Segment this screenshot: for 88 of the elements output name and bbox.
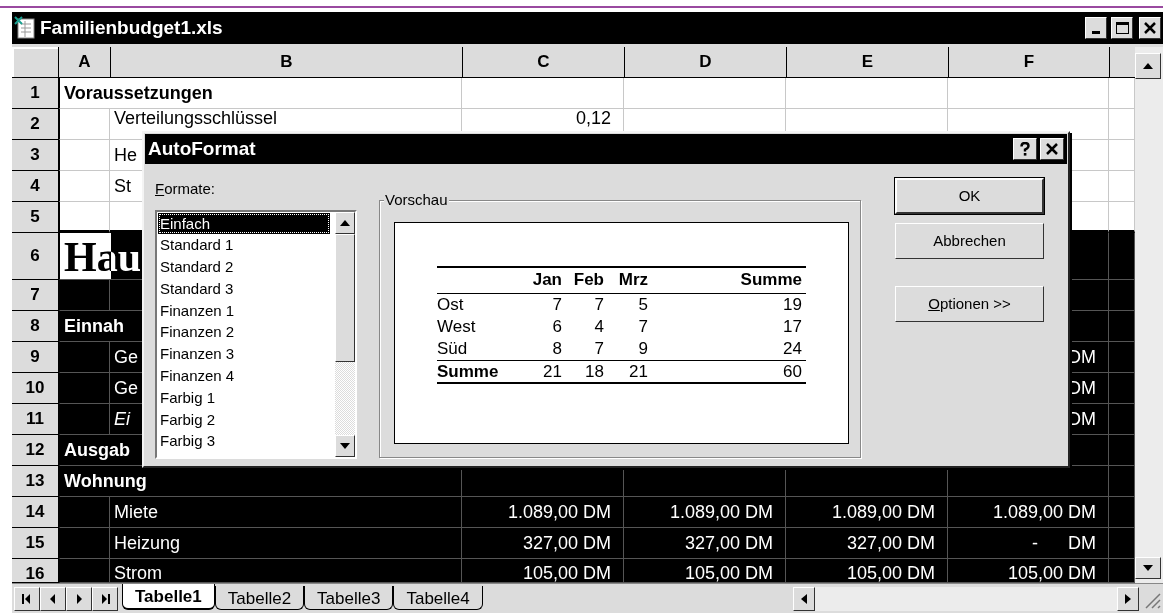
scroll-up-button[interactable] [1135,53,1161,79]
up-arrow-icon [1143,63,1153,69]
minimize-button[interactable] [1085,17,1107,39]
close-icon [1046,143,1058,155]
row-header[interactable]: 2 [12,109,59,140]
down-arrow-icon [1143,565,1153,571]
scroll-right-button[interactable] [1117,586,1139,611]
previous-sheet-icon [48,593,58,604]
preview-cell: 4 [594,317,604,336]
preview-cell: 6 [552,317,562,336]
preview-cell: 24 [783,339,802,358]
row-header[interactable]: 12 [12,435,59,466]
help-icon [1020,142,1030,156]
horizontal-scrollbar[interactable] [793,586,1139,611]
row-header[interactable]: 7 [12,280,59,311]
down-arrow-icon [340,442,350,449]
up-arrow-icon [340,219,350,226]
window-title: Familienbudget1.xls [40,15,224,40]
scroll-left-button[interactable] [793,586,815,611]
row-header[interactable]: 5 [12,202,59,233]
first-sheet-button[interactable] [14,586,40,611]
row-header[interactable]: 15 [12,528,59,559]
sheet-tab[interactable]: Tabelle3 [304,585,394,610]
preview-cell: 60 [783,361,802,381]
row-header[interactable]: 16 [12,559,59,583]
preview-column-header: Mrz [618,270,648,289]
row-header[interactable]: 13 [12,466,59,497]
close-button[interactable] [1139,17,1161,39]
sheet-tab[interactable]: Tabelle1 [122,583,215,610]
spreadsheet-icon [14,16,36,40]
preview-cell: 18 [585,361,604,381]
formats-listbox[interactable]: Einfach Standard 1 Standard 2 Standard 3 Finanzen 1 Finanzen 2 Finanzen 3 Finanzen 4 Farbig 1 Farbig 2 Farbig 3 [155,209,357,459]
close-button[interactable] [1040,138,1064,160]
previous-sheet-button[interactable] [40,586,66,611]
help-button[interactable] [1013,138,1037,160]
format-list-item[interactable]: Standard 3 [158,277,330,300]
options-button[interactable]: Optionen >> [895,286,1044,322]
preview-cell: 21 [629,361,648,381]
row-header[interactable]: 8 [12,311,59,342]
preview-cell: 7 [552,295,562,314]
scroll-down-button[interactable] [335,434,355,457]
format-list-item[interactable]: Standard 1 [158,234,330,257]
preview-cell: 7 [638,317,648,336]
preview-cell: 7 [594,295,604,314]
last-sheet-button[interactable] [92,586,118,611]
row-header[interactable]: 3 [12,140,59,171]
maximize-button[interactable] [1111,17,1133,39]
sheet-tab[interactable]: Tabelle2 [214,585,305,610]
preview-cell: 7 [594,339,604,358]
last-sheet-icon [100,593,110,604]
row-header[interactable]: 4 [12,171,59,202]
scroll-thumb[interactable] [335,233,355,362]
preview-cell: 8 [552,339,562,358]
row-header[interactable]: 6 [12,233,59,280]
ok-button[interactable]: OK [895,178,1044,214]
preview-column-header: Summe [740,270,802,289]
first-sheet-icon [22,593,32,604]
next-sheet-icon [74,593,84,604]
close-icon [1144,22,1156,34]
format-list-item[interactable]: Einfach [158,212,330,235]
left-arrow-icon [801,593,807,604]
formats-label: Formate: [155,179,216,199]
next-sheet-button[interactable] [66,586,92,611]
row-header[interactable]: 10 [12,373,59,404]
sheet-tab[interactable]: Tabelle4 [393,585,483,610]
row-header[interactable]: 9 [12,342,59,373]
preview-row-label: Ost [437,295,464,314]
list-scrollbar[interactable] [335,211,355,457]
scroll-up-button[interactable] [335,211,355,234]
vertical-scrollbar[interactable] [1135,47,1163,583]
right-arrow-icon [1125,593,1131,604]
preview-column-header: Feb [573,270,604,289]
preview-cell: 21 [543,361,562,381]
format-list-item[interactable]: Standard 2 [158,256,330,278]
preview-column-header: Jan [532,270,562,289]
format-list-item[interactable]: Farbig 2 [158,408,330,431]
preview-cell: 19 [783,295,802,314]
preview-cell: 9 [638,339,648,358]
cancel-button[interactable]: Abbrechen [895,223,1044,259]
preview-cell: 5 [638,295,648,314]
row-header[interactable]: 14 [12,497,59,528]
row-header[interactable]: 11 [12,404,59,435]
preview-cell: 17 [783,317,802,336]
select-all-button[interactable] [12,47,59,78]
format-list-item[interactable]: Finanzen 3 [158,343,330,366]
row-header[interactable]: 1 [12,78,59,109]
format-list-item[interactable]: Finanzen 2 [158,321,330,344]
scroll-down-button[interactable] [1135,557,1161,579]
